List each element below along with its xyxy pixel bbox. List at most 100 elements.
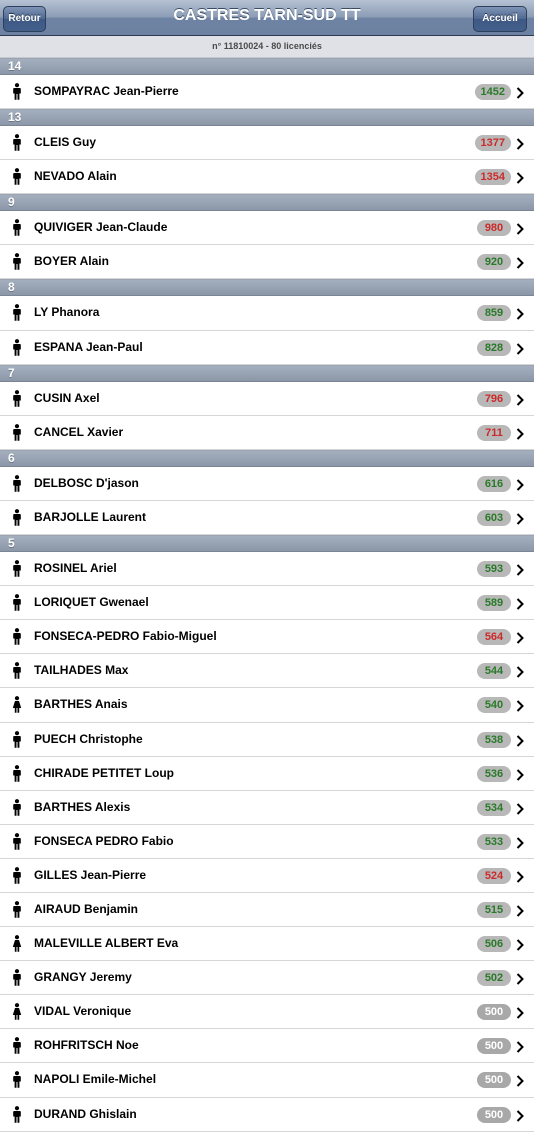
player-row[interactable]: GILLES Jean-Pierre 524 bbox=[0, 858, 534, 893]
player-row[interactable]: LORIQUET Gwenael 589 bbox=[0, 586, 534, 621]
player-row[interactable]: FONSECA-PEDRO Fabio-Miguel 564 bbox=[0, 620, 534, 655]
player-name: MALEVILLE ALBERT Eva bbox=[34, 936, 179, 951]
male-person-icon bbox=[12, 764, 22, 782]
chevron-right-icon[interactable] bbox=[515, 631, 525, 644]
female-person-icon bbox=[12, 935, 22, 952]
chevron-right-icon[interactable] bbox=[515, 665, 525, 679]
chevron-right-icon[interactable] bbox=[515, 137, 525, 150]
player-row[interactable]: SOMPAYRAC Jean-Pierre 1452 bbox=[0, 75, 534, 110]
player-row[interactable]: PUECH Christophe 538 bbox=[0, 722, 534, 757]
player-row[interactable]: QUIVIGER Jean-Claude 980 bbox=[0, 211, 534, 246]
female-person-icon bbox=[12, 696, 22, 714]
player-name: QUIVIGER Jean-Claude bbox=[34, 220, 168, 235]
chevron-right-icon[interactable] bbox=[515, 512, 525, 525]
chevron-right-icon[interactable] bbox=[515, 1006, 525, 1019]
player-row[interactable]: GRANGY Jeremy 502 bbox=[0, 961, 534, 996]
male-person-icon bbox=[12, 474, 22, 492]
points-badge: 711 bbox=[477, 424, 511, 441]
points-badge: 515 bbox=[477, 901, 511, 918]
male-person-icon bbox=[12, 253, 22, 271]
female-person-icon bbox=[12, 1003, 22, 1021]
male-person-icon bbox=[12, 628, 22, 646]
chevron-right-icon[interactable] bbox=[515, 222, 525, 235]
chevron-right-icon[interactable] bbox=[515, 427, 525, 440]
chevron-right-icon[interactable] bbox=[515, 904, 525, 917]
chevron-right-icon[interactable] bbox=[515, 86, 525, 99]
player-row[interactable]: BOYER Alain 920 bbox=[0, 245, 534, 280]
player-row[interactable]: ROHFRITSCH Noe 500 bbox=[0, 1029, 534, 1064]
male-person-icon bbox=[12, 866, 22, 884]
player-row[interactable]: BARTHES Anais 540 bbox=[0, 688, 534, 723]
player-row[interactable]: CLEIS Guy 1377 bbox=[0, 126, 534, 161]
points-badge: 500 bbox=[477, 1106, 511, 1123]
male-person-icon bbox=[12, 219, 22, 237]
chevron-right-icon[interactable] bbox=[515, 1109, 525, 1122]
chevron-right-icon[interactable] bbox=[515, 870, 525, 883]
male-person-icon bbox=[12, 423, 22, 441]
player-name: SOMPAYRAC Jean-Pierre bbox=[34, 84, 179, 98]
points-badge: 564 bbox=[477, 629, 511, 646]
points-badge: 1377 bbox=[474, 135, 511, 152]
player-row[interactable]: NEVADO Alain 1354 bbox=[0, 160, 534, 195]
player-row[interactable]: LY Phanora 859 bbox=[0, 296, 534, 331]
player-row[interactable]: DURAND Ghislain 500 bbox=[0, 1097, 534, 1132]
points-badge: 859 bbox=[477, 305, 511, 322]
chevron-right-icon[interactable] bbox=[515, 342, 525, 355]
player-row[interactable]: BARJOLLE Laurent 603 bbox=[0, 500, 534, 536]
points-badge: 616 bbox=[477, 475, 511, 492]
player-name: BARTHES Anais bbox=[34, 697, 128, 712]
male-person-icon bbox=[12, 560, 22, 577]
player-name: GRANGY Jeremy bbox=[34, 970, 132, 985]
chevron-right-icon[interactable] bbox=[515, 972, 525, 985]
chevron-right-icon[interactable] bbox=[515, 734, 525, 747]
chevron-right-icon[interactable] bbox=[515, 307, 525, 321]
chevron-right-icon[interactable] bbox=[515, 478, 525, 491]
chevron-right-icon[interactable] bbox=[515, 171, 525, 184]
chevron-right-icon[interactable] bbox=[515, 836, 525, 849]
player-row[interactable]: AIRAUD Benjamin 515 bbox=[0, 892, 534, 928]
points-badge: 1354 bbox=[474, 169, 511, 186]
points-badge: 536 bbox=[477, 765, 511, 782]
player-row[interactable]: DELBOSC D'jason 616 bbox=[0, 466, 534, 501]
points-badge: 534 bbox=[477, 799, 511, 816]
chevron-right-icon[interactable] bbox=[515, 802, 525, 815]
chevron-right-icon[interactable] bbox=[515, 768, 525, 781]
player-row[interactable]: MALEVILLE ALBERT Eva 506 bbox=[0, 927, 534, 962]
chevron-right-icon[interactable] bbox=[515, 563, 525, 576]
points-badge: 828 bbox=[477, 339, 511, 356]
chevron-right-icon[interactable] bbox=[515, 1040, 525, 1054]
player-row[interactable]: CANCEL Xavier 711 bbox=[0, 415, 534, 450]
player-row[interactable]: TAILHADES Max 544 bbox=[0, 654, 534, 689]
player-row[interactable]: NAPOLI Emile-Michel 500 bbox=[0, 1063, 534, 1098]
player-row[interactable]: ESPANA Jean-Paul 828 bbox=[0, 330, 534, 365]
male-person-icon bbox=[12, 83, 22, 100]
points-badge: 603 bbox=[477, 509, 511, 526]
player-row[interactable]: VIDAL Veronique 500 bbox=[0, 995, 534, 1030]
male-person-icon bbox=[12, 969, 22, 986]
chevron-right-icon[interactable] bbox=[515, 1074, 525, 1088]
chevron-right-icon[interactable] bbox=[515, 393, 525, 406]
player-name: FONSECA PEDRO Fabio bbox=[34, 833, 174, 848]
points-badge: 524 bbox=[477, 867, 511, 884]
player-name: DELBOSC D'jason bbox=[34, 475, 139, 490]
chevron-right-icon[interactable] bbox=[515, 597, 525, 610]
player-row[interactable]: CHIRADE PETITET Loup 536 bbox=[0, 756, 534, 791]
home-button[interactable]: Accueil bbox=[473, 6, 527, 32]
player-name: LY Phanora bbox=[34, 305, 100, 320]
section-header: 6 bbox=[0, 449, 534, 467]
points-badge: 540 bbox=[477, 697, 511, 714]
points-badge: 544 bbox=[477, 663, 511, 680]
chevron-right-icon[interactable] bbox=[515, 699, 525, 713]
player-row[interactable]: CUSIN Axel 796 bbox=[0, 381, 534, 416]
chevron-right-icon[interactable] bbox=[515, 938, 525, 951]
player-row[interactable]: BARTHES Alexis 534 bbox=[0, 790, 534, 825]
player-row[interactable]: FONSECA PEDRO Fabio 533 bbox=[0, 824, 534, 859]
points-badge: 500 bbox=[477, 1038, 511, 1055]
player-row[interactable]: ROSINEL Ariel 593 bbox=[0, 552, 534, 587]
points-badge: 593 bbox=[477, 561, 511, 578]
male-person-icon bbox=[12, 798, 22, 816]
chevron-right-icon[interactable] bbox=[515, 256, 525, 270]
player-name: BARJOLLE Laurent bbox=[34, 509, 147, 524]
section-header: 9 bbox=[0, 194, 534, 212]
male-person-icon bbox=[12, 1071, 22, 1089]
